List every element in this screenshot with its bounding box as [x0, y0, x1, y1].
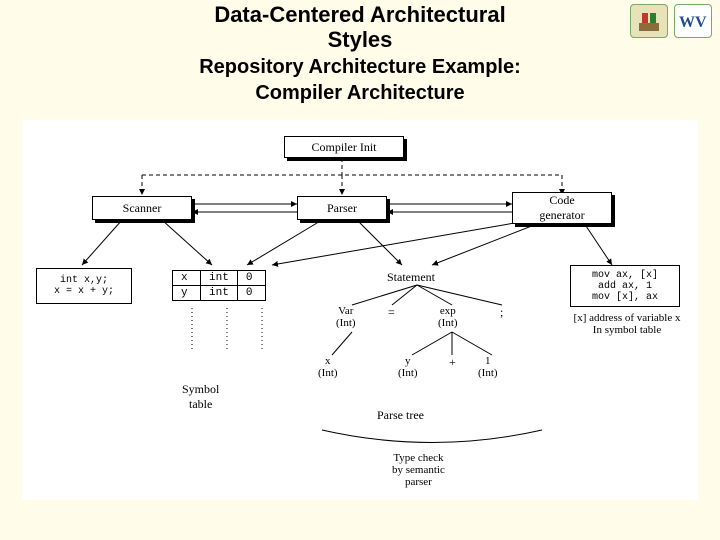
pt-assign: =: [388, 305, 395, 320]
table-row: yint0: [173, 286, 266, 301]
symbol-table-label: Symbol table: [182, 382, 219, 412]
object-code-box: mov ax, [x] add ax, 1 mov [x], ax: [570, 265, 680, 307]
parser-box: Parser: [297, 196, 387, 220]
pt-plus: +: [449, 355, 456, 370]
pt-statement: Statement: [387, 270, 435, 285]
pt-semi: ;: [500, 305, 503, 320]
table-row: xint0: [173, 271, 266, 286]
diagram-figure: Compiler Init Scanner Parser Code genera…: [22, 120, 698, 500]
type-check-note: Type check by semantic parser: [392, 452, 445, 488]
codegen-box: Code generator: [512, 192, 612, 224]
title-line-2: Styles: [90, 27, 630, 52]
symbol-table: xint0 yint0: [172, 270, 266, 301]
subtitle-line-1: Repository Architecture Example:: [90, 55, 630, 79]
parse-tree-label: Parse tree: [377, 408, 424, 423]
connector-lines: [22, 120, 698, 500]
pt-y: y (Int): [398, 355, 418, 379]
source-code-box: int x,y; x = x + y;: [36, 268, 132, 304]
pt-exp: exp (Int): [438, 305, 458, 329]
scanner-box: Scanner: [92, 196, 192, 220]
object-code-note: [x] address of variable x In symbol tabl…: [562, 312, 692, 336]
compiler-init-box: Compiler Init: [284, 136, 404, 158]
wv-logo: WV: [674, 4, 712, 38]
pt-var: Var (Int): [336, 305, 356, 329]
title-line-1: Data-Centered Architectural: [90, 2, 630, 27]
pt-x: x (Int): [318, 355, 338, 379]
logo-group: WV: [630, 4, 712, 38]
subtitle-line-2: Compiler Architecture: [90, 81, 630, 105]
svg-text:WV: WV: [679, 14, 707, 31]
university-logo: [630, 4, 668, 38]
pt-one: 1 (Int): [478, 355, 498, 379]
slide-header: Data-Centered Architectural Styles Repos…: [0, 0, 720, 111]
